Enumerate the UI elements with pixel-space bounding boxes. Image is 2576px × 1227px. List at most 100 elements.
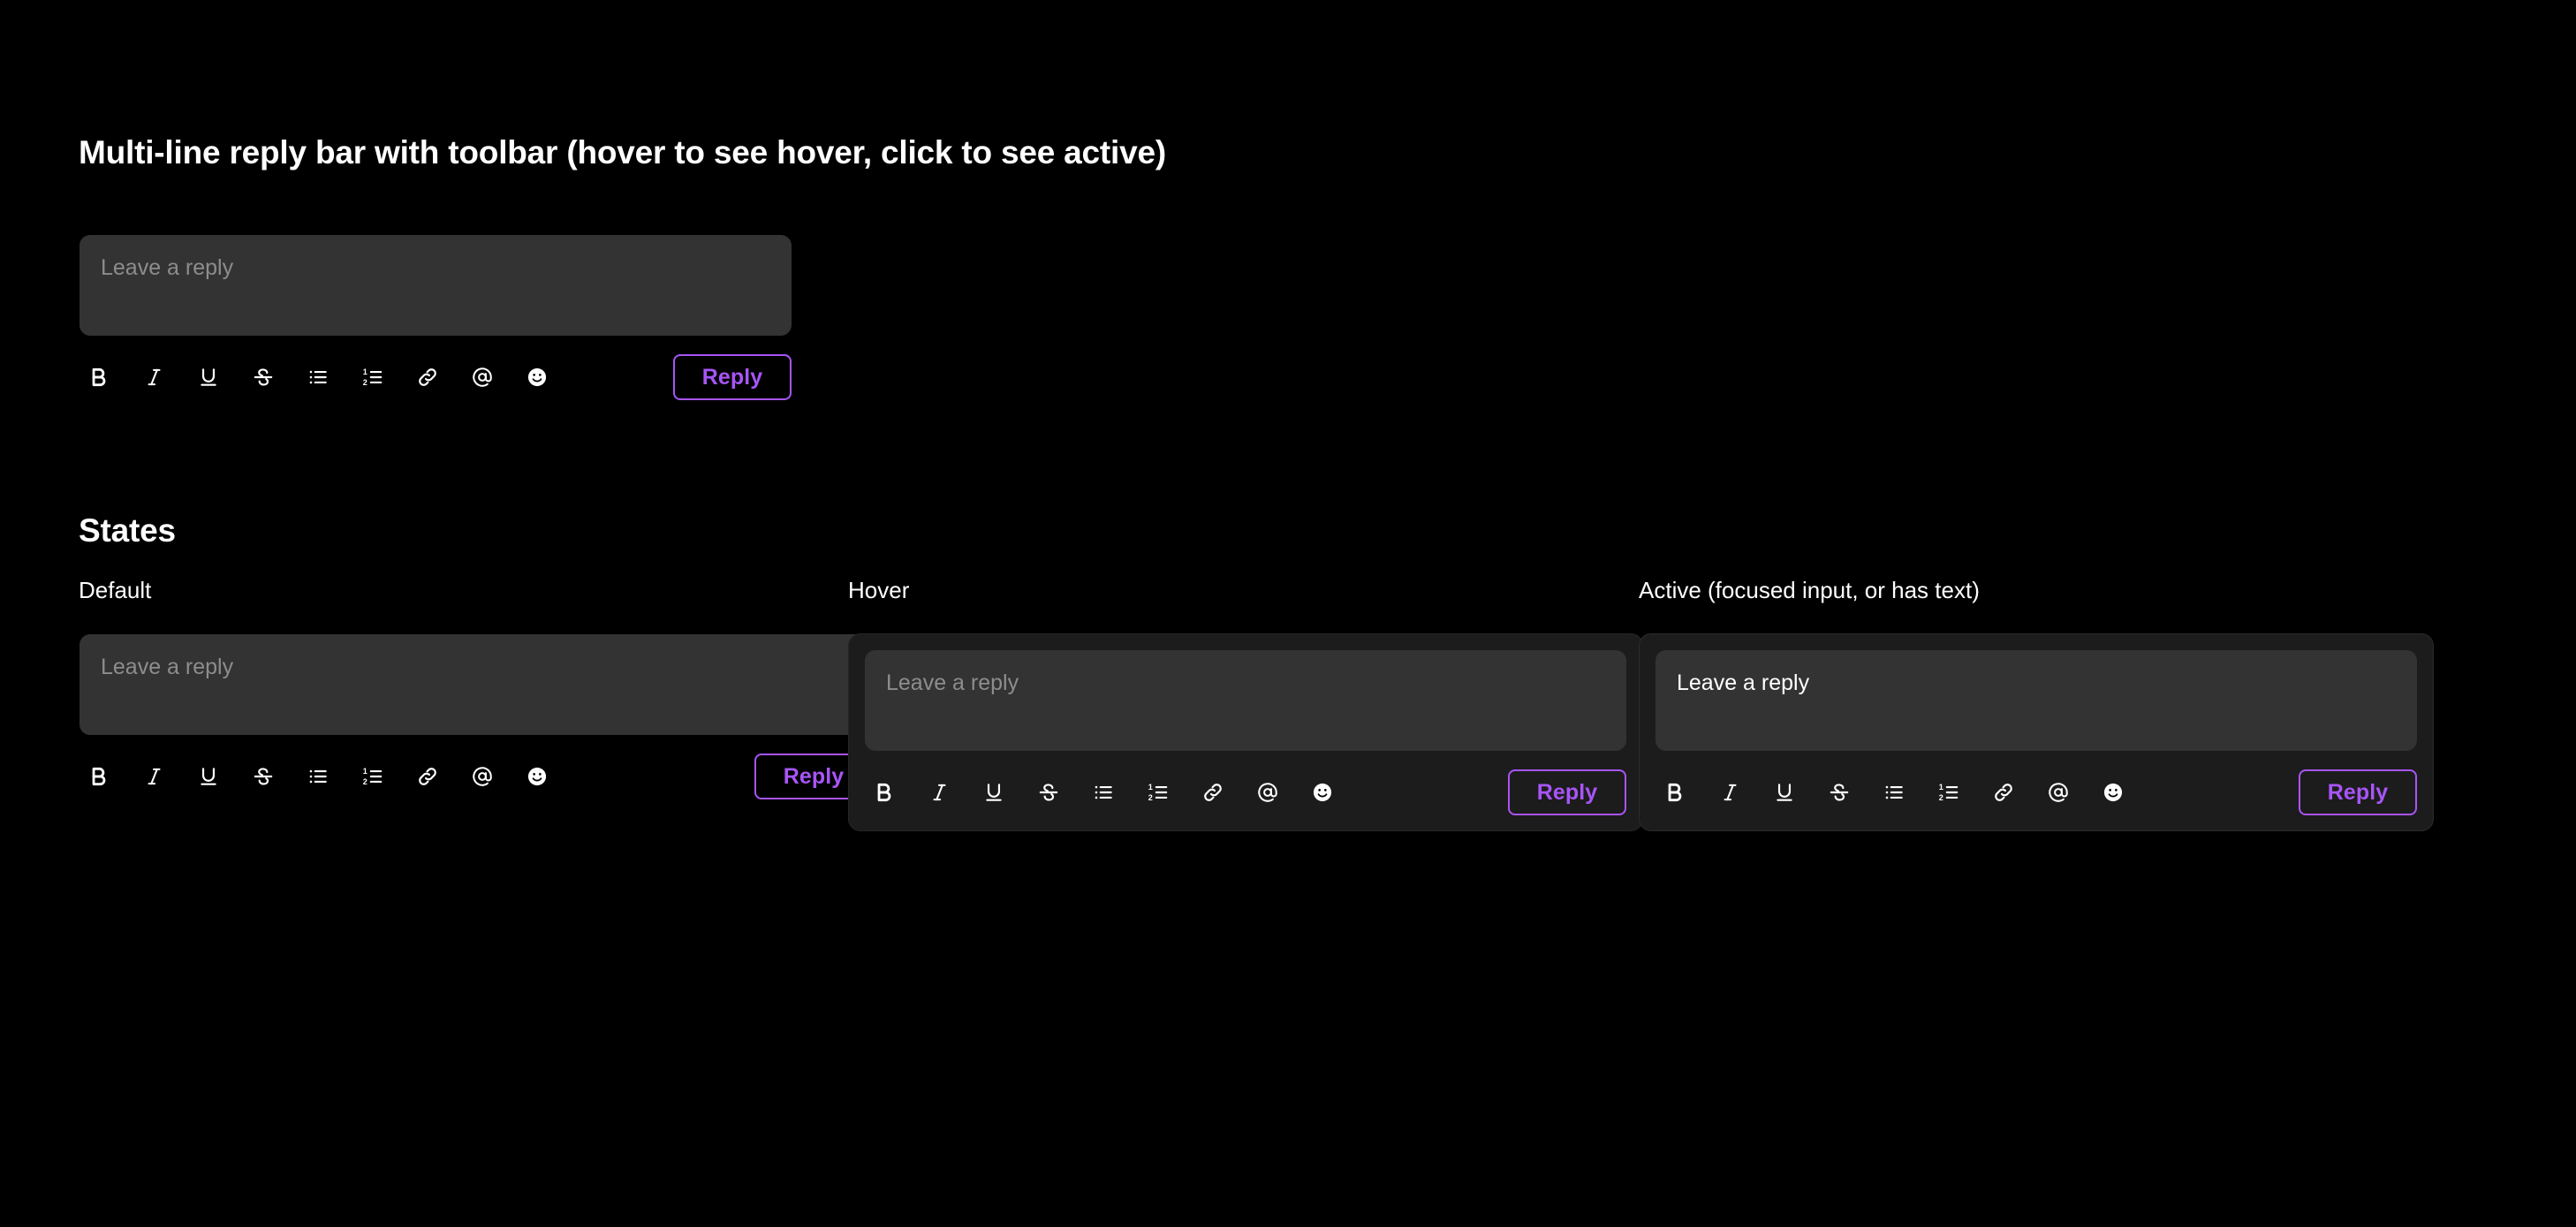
link-icon-button[interactable]	[1984, 773, 2023, 812]
strikethrough-icon-button[interactable]	[1029, 773, 1068, 812]
numbered-list-icon: 12	[361, 765, 384, 788]
bullet-list-icon-button[interactable]	[1084, 773, 1123, 812]
numbered-list-icon-button[interactable]: 12	[1929, 773, 1968, 812]
reply-input-hover[interactable]	[865, 650, 1626, 751]
link-icon	[416, 366, 439, 389]
mention-icon-button[interactable]	[1248, 773, 1287, 812]
bold-icon-button[interactable]	[80, 757, 118, 796]
bullet-list-icon	[307, 765, 330, 788]
bold-icon	[87, 765, 110, 788]
bold-icon	[1663, 781, 1686, 804]
italic-icon-button[interactable]	[134, 358, 173, 397]
state-column-active: Active (focused input, or has text) 12 R…	[1639, 579, 2434, 831]
states-row: Default 12 Reply H	[0, 579, 2576, 844]
numbered-list-icon-button[interactable]: 12	[353, 358, 392, 397]
numbered-list-icon: 12	[1937, 781, 1960, 804]
underline-icon	[197, 765, 220, 788]
link-icon-button[interactable]	[408, 358, 447, 397]
italic-icon	[928, 781, 951, 804]
emoji-icon	[1311, 781, 1334, 804]
bold-icon	[87, 366, 110, 389]
reply-bar-active[interactable]: 12 Reply	[1639, 633, 2434, 831]
link-icon	[1992, 781, 2015, 804]
reply-input[interactable]	[80, 235, 792, 336]
underline-icon	[1773, 781, 1796, 804]
svg-text:2: 2	[363, 777, 367, 786]
emoji-icon	[526, 765, 549, 788]
numbered-list-icon-button[interactable]: 12	[353, 757, 392, 796]
state-column-hover: Hover 12 Reply	[848, 579, 1643, 831]
page-root: Multi-line reply bar with toolbar (hover…	[0, 0, 2576, 1227]
formatting-toolbar-active: 12 Reply	[1655, 761, 2417, 823]
svg-text:2: 2	[363, 378, 367, 387]
emoji-icon-button[interactable]	[2094, 773, 2133, 812]
bullet-list-icon	[1092, 781, 1115, 804]
emoji-icon-button[interactable]	[518, 358, 557, 397]
reply-bar-default: 12 Reply	[79, 633, 874, 808]
mention-icon-button[interactable]	[463, 757, 502, 796]
strikethrough-icon	[1037, 781, 1060, 804]
state-label-hover: Hover	[848, 577, 910, 603]
underline-icon-button[interactable]	[189, 757, 228, 796]
svg-text:1: 1	[363, 767, 367, 776]
bold-icon-button[interactable]	[865, 773, 904, 812]
underline-icon-button[interactable]	[974, 773, 1013, 812]
italic-icon-button[interactable]	[920, 773, 958, 812]
reply-submit-button[interactable]: Reply	[2299, 769, 2417, 815]
reply-bar-hover[interactable]: 12 Reply	[848, 633, 1643, 831]
mention-icon	[471, 765, 494, 788]
bold-icon	[873, 781, 896, 804]
formatting-toolbar-hover: 12 Reply	[865, 761, 1626, 823]
italic-icon	[142, 765, 165, 788]
strikethrough-icon	[252, 765, 275, 788]
underline-icon	[197, 366, 220, 389]
states-heading: States	[79, 512, 176, 549]
mention-icon	[1256, 781, 1279, 804]
reply-bar-demo: 12 R	[79, 234, 792, 409]
underline-icon-button[interactable]	[189, 358, 228, 397]
strikethrough-icon	[1828, 781, 1851, 804]
mention-icon	[2047, 781, 2070, 804]
bold-icon-button[interactable]	[80, 358, 118, 397]
reply-input-default[interactable]	[80, 634, 873, 735]
svg-text:1: 1	[363, 367, 367, 376]
mention-icon-button[interactable]	[2039, 773, 2078, 812]
bullet-list-icon-button[interactable]	[299, 757, 337, 796]
bullet-list-icon-button[interactable]	[299, 358, 337, 397]
formatting-toolbar: 12 Reply	[80, 346, 792, 408]
bold-icon-button[interactable]	[1655, 773, 1694, 812]
reply-submit-button[interactable]: Reply	[1508, 769, 1626, 815]
italic-icon	[142, 366, 165, 389]
strikethrough-icon-button[interactable]	[244, 757, 283, 796]
italic-icon-button[interactable]	[1710, 773, 1749, 812]
italic-icon-button[interactable]	[134, 757, 173, 796]
svg-text:1: 1	[1148, 783, 1153, 791]
link-icon-button[interactable]	[408, 757, 447, 796]
numbered-list-icon: 12	[1147, 781, 1170, 804]
svg-text:2: 2	[1148, 793, 1153, 802]
formatting-toolbar-default: 12 Reply	[80, 746, 873, 807]
strikethrough-icon	[252, 366, 275, 389]
italic-icon	[1718, 781, 1741, 804]
bullet-list-icon	[307, 366, 330, 389]
demo-reply-bar-wrapper: 12 R	[79, 234, 792, 409]
svg-text:1: 1	[1939, 783, 1943, 791]
strikethrough-icon-button[interactable]	[244, 358, 283, 397]
mention-icon-button[interactable]	[463, 358, 502, 397]
state-label-active: Active (focused input, or has text)	[1639, 577, 1980, 603]
reply-input-active[interactable]	[1655, 650, 2417, 751]
state-label-default: Default	[79, 577, 152, 603]
emoji-icon	[526, 366, 549, 389]
link-icon	[416, 765, 439, 788]
emoji-icon-button[interactable]	[1303, 773, 1342, 812]
numbered-list-icon-button[interactable]: 12	[1139, 773, 1178, 812]
page-title: Multi-line reply bar with toolbar (hover…	[79, 134, 1167, 170]
emoji-icon-button[interactable]	[518, 757, 557, 796]
bullet-list-icon-button[interactable]	[1875, 773, 1913, 812]
strikethrough-icon-button[interactable]	[1820, 773, 1859, 812]
reply-submit-button[interactable]: Reply	[673, 354, 792, 400]
underline-icon-button[interactable]	[1765, 773, 1804, 812]
link-icon	[1201, 781, 1224, 804]
mention-icon	[471, 366, 494, 389]
link-icon-button[interactable]	[1193, 773, 1232, 812]
